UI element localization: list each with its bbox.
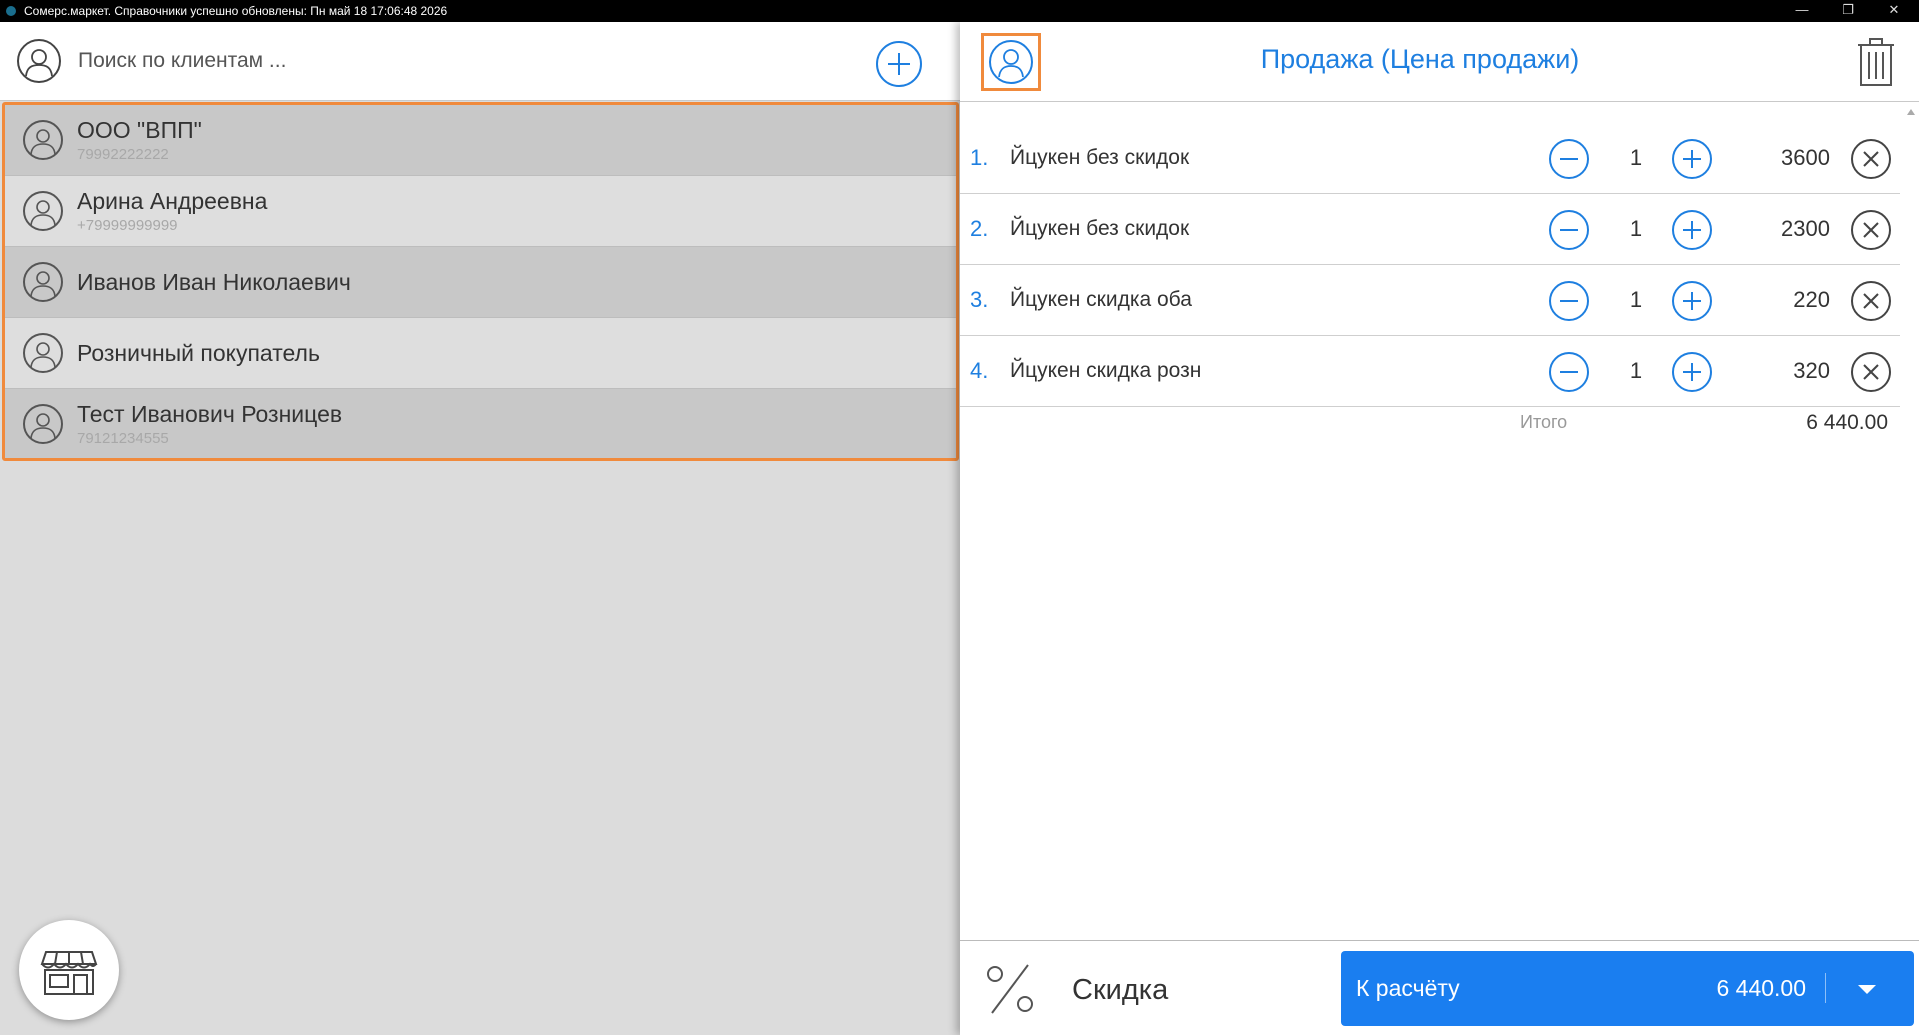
plus-circle-icon <box>1683 221 1701 239</box>
user-icon <box>23 120 63 160</box>
remove-item-button[interactable] <box>1851 139 1891 179</box>
item-quantity: 1 <box>1629 287 1643 312</box>
remove-item-button[interactable] <box>1851 281 1891 321</box>
checkout-button[interactable]: К расчёту 6 440.00 <box>1341 951 1914 1026</box>
item-name: Йцукен без скидок <box>1010 146 1190 169</box>
client-name: Розничный покупатель <box>77 340 320 366</box>
app-icon <box>6 6 16 16</box>
close-circle-icon <box>1863 151 1879 167</box>
user-icon <box>23 333 63 373</box>
user-icon <box>23 404 63 444</box>
increase-qty-button[interactable] <box>1672 210 1712 250</box>
sale-footer: Скидка К расчёту 6 440.00 <box>960 940 1919 1035</box>
close-circle-icon <box>1863 364 1879 380</box>
select-client-button[interactable] <box>981 33 1041 91</box>
client-list: ООО "ВПП" 79992222222 Арина Андреевна +7… <box>2 102 959 461</box>
client-name: Арина Андреевна <box>77 188 268 214</box>
item-number: 3. <box>970 287 989 312</box>
item-name: Йцукен без скидок <box>1010 217 1190 240</box>
client-row[interactable]: Иванов Иван Николаевич <box>5 247 956 318</box>
close-window-icon[interactable]: ✕ <box>1872 0 1916 22</box>
clear-cart-button[interactable] <box>1852 34 1900 90</box>
item-quantity: 1 <box>1629 358 1643 383</box>
increase-qty-button[interactable] <box>1672 352 1712 392</box>
close-circle-icon <box>1863 222 1879 238</box>
remove-item-button[interactable] <box>1851 352 1891 392</box>
item-name: Йцукен скидка оба <box>1010 288 1192 311</box>
plus-circle-icon <box>1683 292 1701 310</box>
clients-panel: ООО "ВПП" 79992222222 Арина Андреевна +7… <box>0 22 960 1035</box>
item-price: 2300 <box>1781 216 1830 241</box>
item-price: 220 <box>1793 287 1830 312</box>
chevron-down-icon <box>1858 985 1876 994</box>
sale-header: Продажа (Цена продажи) <box>960 22 1919 102</box>
increase-qty-button[interactable] <box>1672 281 1712 321</box>
client-row[interactable]: Арина Андреевна +79999999999 <box>5 176 956 247</box>
item-number: 4. <box>970 358 989 383</box>
client-name: Тест Иванович Розницев <box>77 401 343 427</box>
close-circle-icon <box>1863 293 1879 309</box>
cart-scrollbar[interactable] <box>1905 105 1917 957</box>
item-price: 3600 <box>1781 145 1830 170</box>
item-quantity: 1 <box>1629 145 1643 170</box>
minus-circle-icon <box>1560 371 1578 373</box>
plus-circle-icon <box>1683 363 1701 381</box>
client-search-input[interactable] <box>78 42 778 80</box>
item-price: 320 <box>1793 358 1830 383</box>
client-name: Иванов Иван Николаевич <box>77 269 351 295</box>
restore-icon[interactable]: ❐ <box>1826 0 1870 22</box>
checkout-options-button[interactable] <box>1845 972 1889 1006</box>
sale-panel: Продажа (Цена продажи) 1. Йцукен без ски… <box>960 22 1919 1035</box>
decrease-qty-button[interactable] <box>1549 281 1589 321</box>
cart-item-row[interactable]: 1. Йцукен без скидок 1 3600 <box>960 123 1900 194</box>
cart-item-row[interactable]: 3. Йцукен скидка оба 1 220 <box>960 265 1900 336</box>
cart-item-row[interactable]: 2. Йцукен без скидок 1 2300 <box>960 194 1900 265</box>
sale-title: Продажа (Цена продажи) <box>1260 44 1580 74</box>
discount-button[interactable]: Скидка <box>980 951 1310 1026</box>
checkout-amount: 6 440.00 <box>1716 975 1806 1001</box>
discount-label: Скидка <box>1072 974 1169 1006</box>
checkout-divider <box>1825 973 1826 1003</box>
store-button[interactable] <box>19 920 119 1020</box>
minus-circle-icon <box>1560 300 1578 302</box>
item-number: 2. <box>970 216 989 241</box>
decrease-qty-button[interactable] <box>1549 139 1589 179</box>
plus-circle-icon <box>888 53 910 75</box>
add-client-button[interactable] <box>876 41 922 87</box>
client-phone: +79999999999 <box>77 217 178 234</box>
window-title: Сомерс.маркет. Справочники успешно обнов… <box>24 4 448 18</box>
client-name: ООО "ВПП" <box>77 117 202 143</box>
user-icon <box>989 40 1033 84</box>
item-name: Йцукен скидка розн <box>1010 359 1202 382</box>
client-row[interactable]: ООО "ВПП" 79992222222 <box>5 105 956 176</box>
item-quantity: 1 <box>1629 216 1643 241</box>
checkout-label: К расчёту <box>1356 975 1460 1001</box>
client-phone: 79992222222 <box>77 146 169 163</box>
user-icon <box>23 191 63 231</box>
minus-circle-icon <box>1560 229 1578 231</box>
client-row[interactable]: Тест Иванович Розницев 79121234555 <box>5 389 956 458</box>
minimize-icon[interactable]: — <box>1780 0 1824 22</box>
plus-circle-icon <box>1683 150 1701 168</box>
user-icon <box>25 49 53 77</box>
client-phone: 79121234555 <box>77 430 169 447</box>
increase-qty-button[interactable] <box>1672 139 1712 179</box>
scroll-up-icon[interactable] <box>1907 109 1915 115</box>
item-number: 1. <box>970 145 989 170</box>
minus-circle-icon <box>1560 158 1578 160</box>
trash-icon <box>1858 38 1894 86</box>
clients-header <box>0 22 960 101</box>
client-search-user-icon <box>17 39 61 83</box>
decrease-qty-button[interactable] <box>1549 210 1589 250</box>
cart-item-row[interactable]: 4. Йцукен скидка розн 1 320 <box>960 336 1900 407</box>
decrease-qty-button[interactable] <box>1549 352 1589 392</box>
percent-icon <box>987 964 1033 1014</box>
remove-item-button[interactable] <box>1851 210 1891 250</box>
total-label: Итого <box>1520 412 1568 432</box>
client-row[interactable]: Розничный покупатель <box>5 318 956 389</box>
window-titlebar: Сомерс.маркет. Справочники успешно обнов… <box>0 0 1919 22</box>
store-icon <box>40 951 98 995</box>
user-icon <box>23 262 63 302</box>
total-value: 6 440.00 <box>1806 411 1888 434</box>
